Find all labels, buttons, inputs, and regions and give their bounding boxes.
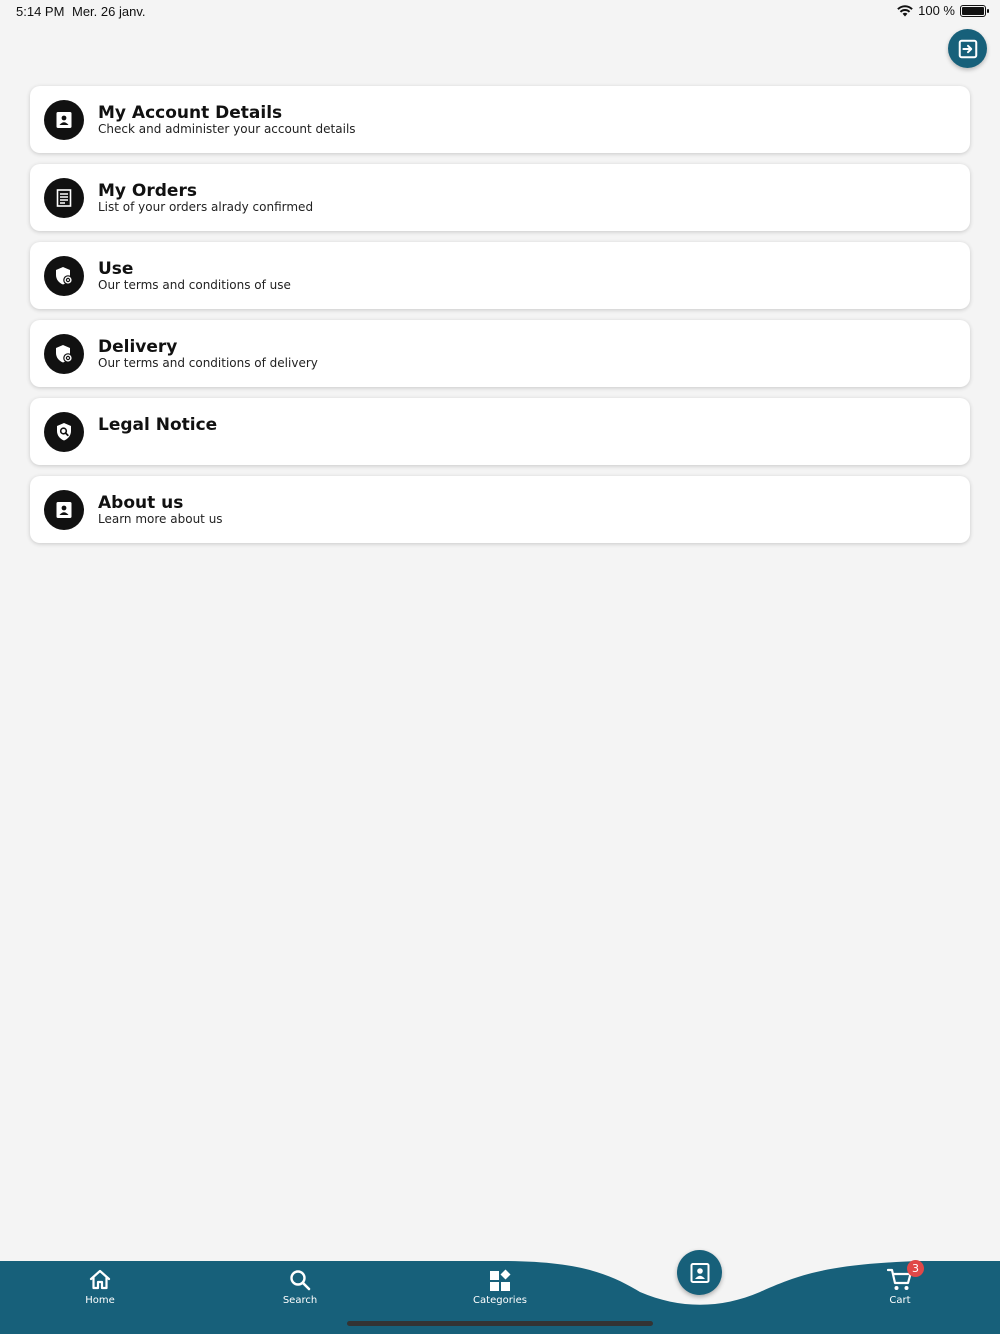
nav-categories-label: Categories <box>473 1295 527 1306</box>
menu-item-title: My Orders <box>98 181 197 201</box>
menu-item-legal-notice[interactable]: Legal Notice <box>30 398 970 465</box>
nav-cart-label: Cart <box>889 1295 911 1306</box>
menu-item-title: About us <box>98 493 184 513</box>
menu-item-subtitle: Our terms and conditions of delivery <box>98 356 318 370</box>
menu-item-title: My Account Details <box>98 103 283 123</box>
cart-count-badge: 3 <box>907 1260 924 1277</box>
nav-search[interactable]: Search <box>255 1266 345 1306</box>
status-time: 5:14 PM <box>16 4 65 19</box>
nav-categories[interactable]: Categories <box>455 1266 545 1306</box>
search-icon <box>290 1270 311 1291</box>
account-menu-list: My Account Details Check and administer … <box>30 86 970 554</box>
battery-icon <box>960 4 989 17</box>
nav-search-label: Search <box>282 1295 318 1306</box>
menu-item-subtitle: Check and administer your account detail… <box>98 122 356 136</box>
menu-item-account-details[interactable]: My Account Details Check and administer … <box>30 86 970 153</box>
receipt-icon <box>44 178 84 218</box>
account-icon <box>44 100 84 140</box>
account-icon <box>690 1262 709 1283</box>
logout-icon <box>958 39 977 58</box>
menu-item-about-us[interactable]: About us Learn more about us <box>30 476 970 543</box>
wifi-icon <box>897 4 913 16</box>
status-bar: 5:14 PM Mer. 26 janv. 100 % <box>0 0 1000 24</box>
nav-home-label: Home <box>85 1295 115 1306</box>
nav-cart[interactable]: 3 Cart <box>855 1260 945 1306</box>
categories-icon <box>490 1269 511 1291</box>
home-icon <box>89 1269 111 1290</box>
nav-home[interactable]: Home <box>55 1266 145 1306</box>
status-indicators: 100 % <box>897 3 989 18</box>
menu-item-delivery[interactable]: Delivery Our terms and conditions of del… <box>30 320 970 387</box>
menu-item-title: Delivery <box>98 337 178 357</box>
menu-item-subtitle: Learn more about us <box>98 512 223 526</box>
account-icon <box>44 490 84 530</box>
nav-account-button[interactable] <box>677 1250 722 1295</box>
shield-settings-icon <box>44 334 84 374</box>
menu-item-subtitle: Our terms and conditions of use <box>98 278 291 292</box>
menu-item-orders[interactable]: My Orders List of your orders alrady con… <box>30 164 970 231</box>
home-indicator <box>347 1321 653 1326</box>
logout-button[interactable] <box>948 29 987 68</box>
menu-item-title: Legal Notice <box>98 415 218 435</box>
shield-settings-icon <box>44 256 84 296</box>
battery-percent: 100 % <box>918 3 955 18</box>
menu-item-title: Use <box>98 259 134 279</box>
shield-search-icon <box>44 412 84 452</box>
menu-item-use[interactable]: Use Our terms and conditions of use <box>30 242 970 309</box>
menu-item-subtitle: List of your orders alrady confirmed <box>98 200 314 214</box>
status-date: Mer. 26 janv. <box>72 4 146 19</box>
